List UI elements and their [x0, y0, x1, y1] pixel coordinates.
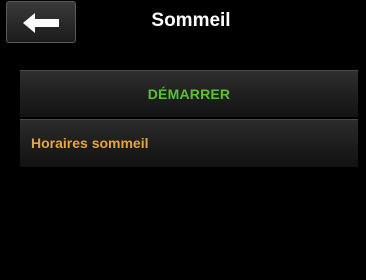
- arrow-left-icon: [23, 13, 59, 33]
- header-bar: Sommeil: [0, 0, 366, 46]
- sleep-schedule-item[interactable]: Horaires sommeil: [20, 119, 358, 167]
- back-button[interactable]: [6, 1, 76, 43]
- start-button[interactable]: DÉMARRER: [20, 70, 358, 117]
- page-title: Sommeil: [151, 10, 231, 31]
